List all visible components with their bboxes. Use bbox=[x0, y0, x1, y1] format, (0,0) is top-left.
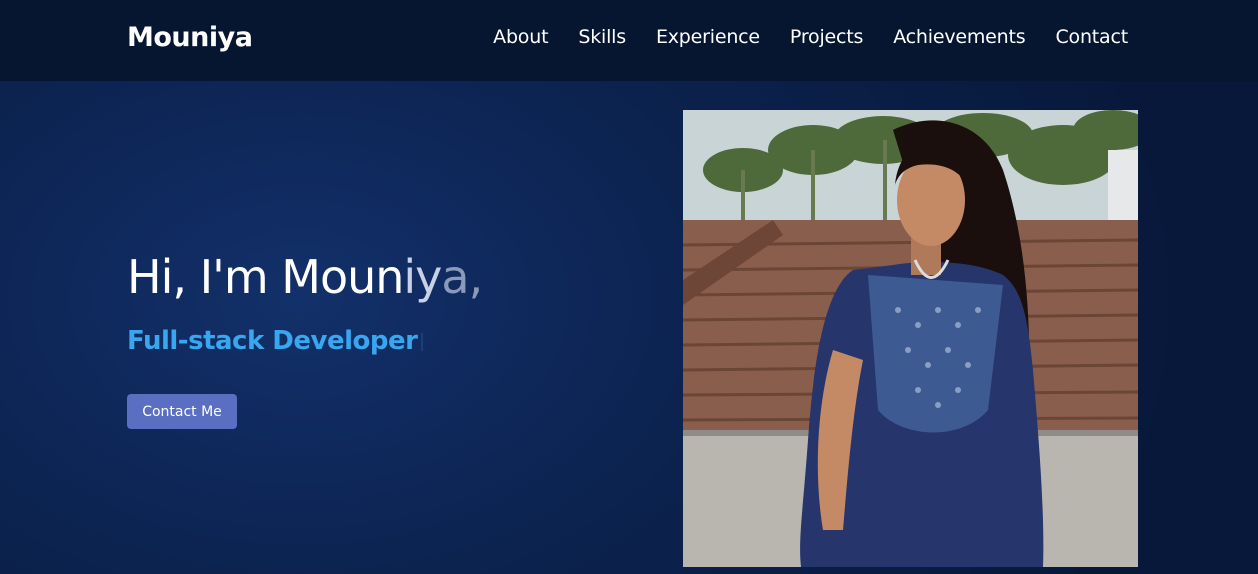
typing-cursor bbox=[421, 332, 424, 351]
hero-role: Full-stack Developer bbox=[127, 326, 482, 356]
nav-link-experience[interactable]: Experience bbox=[656, 26, 760, 48]
nav-link-achievements[interactable]: Achievements bbox=[893, 26, 1025, 48]
greeting-text: Hi, I'm Moun bbox=[127, 250, 404, 304]
hero-intro: Hi, I'm Mouniya, Full-stack Developer bbox=[127, 250, 483, 356]
nav-link-skills[interactable]: Skills bbox=[578, 26, 626, 48]
greeting-text-typing-faded: a, bbox=[441, 250, 483, 304]
role-text: Full-stack Developer bbox=[127, 326, 418, 356]
nav-link-projects[interactable]: Projects bbox=[790, 26, 864, 48]
nav-link-about[interactable]: About bbox=[493, 26, 548, 48]
brand-logo[interactable]: Mouniya bbox=[127, 22, 253, 53]
contact-me-button[interactable]: Contact Me bbox=[127, 394, 237, 429]
hero-greeting: Hi, I'm Mouniya, bbox=[127, 250, 483, 304]
nav-link-contact[interactable]: Contact bbox=[1055, 26, 1128, 48]
nav-menu: About Skills Experience Projects Achieve… bbox=[493, 26, 1128, 48]
navbar: Mouniya About Skills Experience Projects… bbox=[0, 0, 1258, 81]
profile-photo bbox=[683, 110, 1138, 567]
greeting-text-typing: iy bbox=[403, 250, 442, 304]
profile-photo-image bbox=[683, 110, 1138, 567]
